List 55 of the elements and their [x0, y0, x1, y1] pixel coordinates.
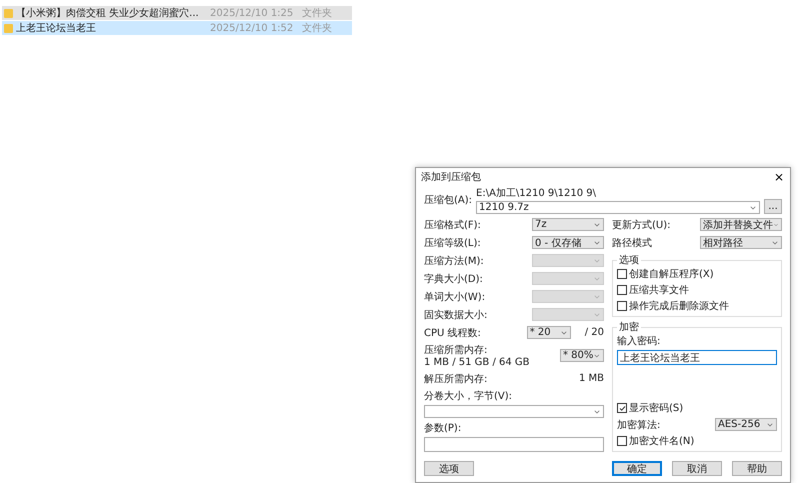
window-title: 添加到压缩包 [421, 170, 481, 184]
checkbox[interactable]: 压缩共享文件 [617, 283, 777, 297]
memory-value: 1 MB [578, 373, 604, 384]
field-label: 压缩包(A): [424, 194, 472, 207]
field-label: 更新方式(U): [612, 218, 670, 232]
field-label: 分卷大小，字节(V): [424, 390, 514, 403]
file-row[interactable]: 上老王论坛当老王 2025/12/10 1:52 文件夹 [2, 21, 352, 35]
volume-size-field[interactable] [424, 405, 604, 418]
field-label: 输入密码: [617, 334, 662, 348]
parameters-field[interactable] [424, 437, 604, 452]
dropdown[interactable]: * 20 [526, 326, 571, 339]
field-label: 解压所需内存: [424, 372, 488, 386]
file-row[interactable]: 【小米粥】肉偿交租 失业少女超润蜜穴... 2025/12/10 1:25 文件夹 [2, 6, 352, 20]
field-label: 压缩等级(L): [424, 236, 481, 250]
checkmark-icon [618, 404, 626, 412]
dropdown[interactable]: AES-256 [715, 418, 777, 431]
file-name: 【小米粥】肉偿交租 失业少女超润蜜穴... [16, 6, 199, 20]
checkbox[interactable]: 操作完成后删除源文件 [617, 299, 777, 313]
file-type: 文件夹 [302, 6, 333, 20]
field-label: 压缩所需内存: [424, 344, 488, 357]
field-label: 字典大小(D): [424, 272, 483, 286]
dropdown[interactable]: 相对路径 [700, 236, 782, 249]
close-button[interactable]: × [774, 170, 784, 184]
field-label: 路径模式 [612, 236, 652, 250]
field-label: 固实数据大小: [424, 308, 488, 322]
file-type: 文件夹 [302, 22, 333, 35]
dialog-button[interactable]: 确定 [612, 461, 662, 476]
options-button[interactable]: 选项 [424, 461, 474, 476]
dialog-button[interactable]: 取消 [672, 461, 722, 476]
file-date: 2025/12/10 1:52 [210, 22, 294, 34]
dropdown[interactable]: 7z [532, 218, 604, 231]
dropdown[interactable]: * 80% [560, 349, 604, 362]
archive-name-field[interactable]: 1210 9.7z [476, 201, 760, 214]
archive-path: E:\A加工\1210 9\1210 9\ [476, 186, 598, 200]
chevron-down-icon [593, 352, 601, 360]
dialog-button[interactable]: 帮助 [732, 461, 782, 476]
field-label: 参数(P): [424, 422, 462, 435]
field-label: 加密算法: [617, 418, 660, 432]
memory-usage: 1 MB / 51 GB / 64 GB [424, 357, 530, 368]
group-title: 选项 [618, 254, 640, 267]
file-name: 上老王论坛当老王 [16, 22, 96, 35]
group-title: 加密 [618, 320, 640, 334]
field-label: 单词大小(W): [424, 290, 486, 304]
thread-count: / 20 [584, 327, 604, 338]
field-label: 压缩格式(F): [424, 218, 481, 232]
checkbox[interactable]: 创建自解压程序(X) [617, 267, 777, 281]
password-field[interactable]: 上老王论坛当老王 [617, 350, 777, 365]
dropdown[interactable]: 添加并替换文件 [700, 218, 782, 231]
dropdown[interactable]: 0 - 仅存储 [532, 236, 604, 249]
checkbox[interactable]: 加密文件名(N) [617, 434, 777, 448]
browse-button[interactable]: ... [764, 198, 782, 214]
file-date: 2025/12/10 1:25 [210, 8, 294, 18]
checkbox[interactable]: 显示密码(S) [617, 401, 777, 415]
field-label: CPU 线程数: [424, 326, 481, 340]
field-label: 压缩方法(M): [424, 254, 484, 268]
